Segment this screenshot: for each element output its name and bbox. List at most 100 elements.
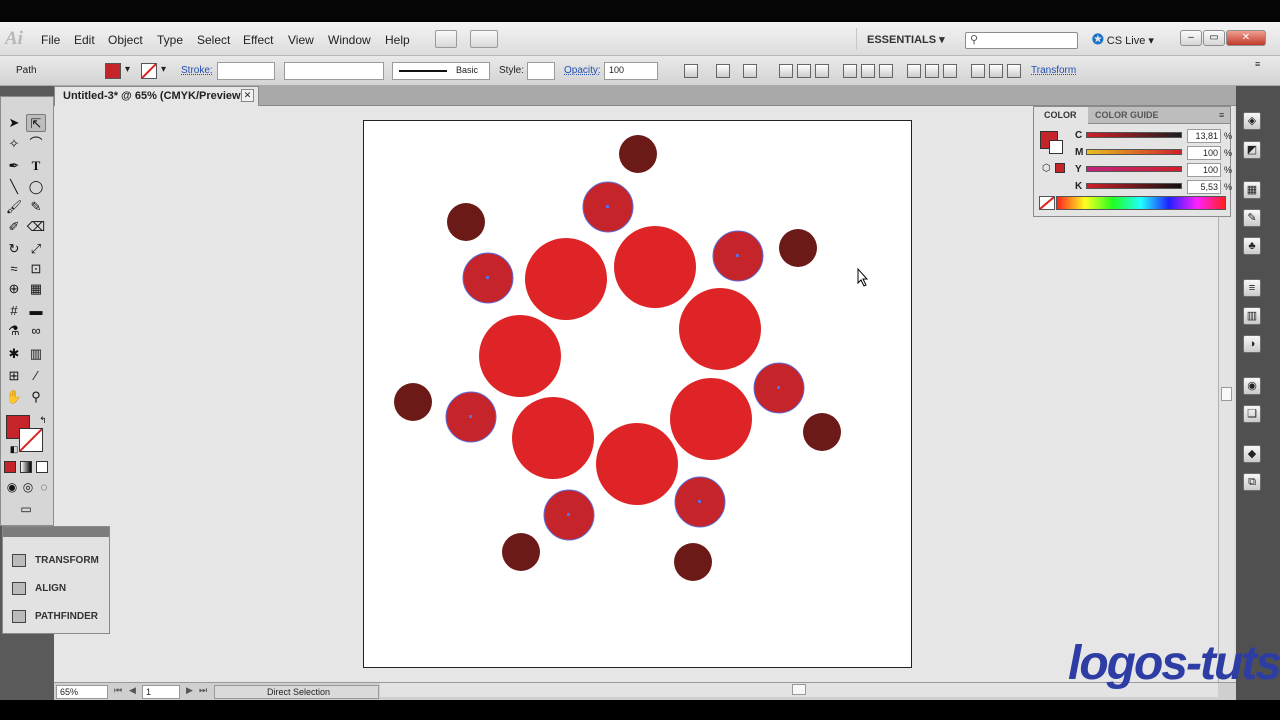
- large-red-circle[interactable]: [512, 397, 594, 479]
- small-dark-circle[interactable]: [619, 135, 657, 173]
- status-info[interactable]: Direct Selection: [214, 685, 379, 699]
- selected-medium-circle[interactable]: [543, 489, 595, 541]
- small-dark-circle[interactable]: [779, 229, 817, 267]
- large-red-circle[interactable]: [679, 288, 761, 370]
- small-dark-circle[interactable]: [502, 533, 540, 571]
- symbol-sprayer-tool-icon[interactable]: ✱: [4, 345, 24, 363]
- type-tool-icon[interactable]: T: [26, 157, 46, 175]
- pen-tool-icon[interactable]: ✒: [4, 157, 24, 175]
- swatches-icon[interactable]: ▦: [1243, 181, 1261, 199]
- stroke-color-swatch[interactable]: [1049, 140, 1063, 154]
- gradient-tool-icon[interactable]: ▬: [26, 302, 46, 320]
- selection-tool-icon[interactable]: ➤: [4, 114, 24, 132]
- panel-group-header[interactable]: [3, 527, 109, 537]
- magenta-value[interactable]: 100: [1187, 146, 1221, 160]
- zoom-value: 65%: [60, 687, 79, 697]
- large-red-circle[interactable]: [596, 423, 678, 505]
- none-color-icon[interactable]: [1039, 196, 1055, 210]
- column-graph-tool-icon[interactable]: ▥: [26, 345, 46, 363]
- first-artboard-icon[interactable]: ⏮: [114, 685, 122, 696]
- selected-medium-circle[interactable]: [582, 181, 634, 233]
- shape-builder-tool-icon[interactable]: ⊕: [4, 280, 24, 298]
- artboard-tool-icon[interactable]: ⊞: [4, 367, 24, 385]
- swap-fill-stroke-icon[interactable]: ↰: [33, 411, 53, 429]
- gradient-mode-icon[interactable]: [20, 461, 32, 473]
- warp-tool-icon[interactable]: ≈: [4, 260, 24, 278]
- cyan-value[interactable]: 13,81: [1187, 129, 1221, 143]
- magenta-label: M: [1075, 147, 1084, 158]
- color-guide-icon[interactable]: ◩: [1243, 141, 1261, 159]
- free-transform-tool-icon[interactable]: ⊡: [26, 260, 46, 278]
- last-artboard-icon[interactable]: ⏭: [199, 685, 207, 696]
- tab-color[interactable]: COLOR: [1044, 110, 1077, 120]
- lasso-tool-icon[interactable]: ⌒: [26, 135, 46, 153]
- screen-mode-icon[interactable]: ▭: [16, 500, 36, 518]
- yellow-slider[interactable]: [1086, 166, 1182, 172]
- small-dark-circle[interactable]: [447, 203, 485, 241]
- selected-medium-circle[interactable]: [462, 252, 514, 304]
- panel-menu-icon[interactable]: ≡: [1219, 110, 1224, 120]
- draw-inside-icon[interactable]: ◌: [34, 478, 54, 496]
- perspective-grid-tool-icon[interactable]: ▦: [26, 280, 46, 298]
- previous-artboard-icon[interactable]: ◀: [129, 685, 136, 696]
- blend-tool-icon[interactable]: ∞: [26, 322, 46, 340]
- selected-medium-circle[interactable]: [445, 391, 497, 443]
- gradient-icon[interactable]: ▥: [1243, 307, 1261, 325]
- eyedropper-tool-icon[interactable]: ⚗: [4, 322, 24, 340]
- zoom-field[interactable]: 65%: [56, 685, 108, 699]
- selected-medium-circle[interactable]: [753, 362, 805, 414]
- pencil-tool-icon[interactable]: ✎: [26, 198, 46, 216]
- color-panel-icon[interactable]: ◈: [1243, 112, 1261, 130]
- appearance-icon[interactable]: ◉: [1243, 377, 1261, 395]
- hand-tool-icon[interactable]: ✋: [4, 388, 24, 406]
- cyan-slider[interactable]: [1086, 132, 1182, 138]
- stroke-icon[interactable]: ≡: [1243, 279, 1261, 297]
- brushes-icon[interactable]: ✎: [1243, 209, 1261, 227]
- paintbrush-tool-icon[interactable]: 🖌: [4, 198, 24, 216]
- direct-selection-tool-icon[interactable]: ⇱: [26, 114, 46, 132]
- default-colors-icon[interactable]: ◧: [4, 440, 24, 458]
- horizontal-scroll-thumb[interactable]: [792, 684, 806, 695]
- blob-brush-tool-icon[interactable]: ✐: [4, 218, 24, 236]
- scale-tool-icon[interactable]: ⤢: [26, 240, 46, 258]
- large-red-circle[interactable]: [670, 378, 752, 460]
- layers-icon[interactable]: ◆: [1243, 445, 1261, 463]
- next-artboard-icon[interactable]: ▶: [186, 685, 193, 696]
- large-red-circle[interactable]: [614, 226, 696, 308]
- symbols-icon[interactable]: ♣: [1243, 237, 1261, 255]
- magenta-slider[interactable]: [1086, 149, 1182, 155]
- yellow-value[interactable]: 100: [1187, 163, 1221, 177]
- selected-medium-circle[interactable]: [712, 230, 764, 282]
- align-panel-button[interactable]: ALIGN: [3, 575, 109, 603]
- large-red-circle[interactable]: [525, 238, 607, 320]
- gamut-color-swatch[interactable]: [1055, 163, 1065, 173]
- artboard-number-field[interactable]: 1: [142, 685, 180, 699]
- yellow-label: Y: [1075, 164, 1082, 175]
- graphic-styles-icon[interactable]: ❏: [1243, 405, 1261, 423]
- color-spectrum-bar[interactable]: [1056, 196, 1226, 210]
- small-dark-circle[interactable]: [674, 543, 712, 581]
- zoom-tool-icon[interactable]: ⚲: [26, 388, 46, 406]
- transform-panel-button[interactable]: TRANSFORM: [3, 547, 109, 575]
- out-of-gamut-icon[interactable]: ⬡: [1042, 163, 1051, 174]
- pathfinder-panel-button[interactable]: PATHFINDER: [3, 603, 109, 631]
- eraser-tool-icon[interactable]: ⌫: [26, 218, 46, 236]
- rotate-tool-icon[interactable]: ↻: [4, 240, 24, 258]
- small-dark-circle[interactable]: [394, 383, 432, 421]
- mesh-tool-icon[interactable]: #: [4, 302, 24, 320]
- align-panel-label: ALIGN: [35, 583, 67, 594]
- tab-color-guide[interactable]: COLOR GUIDE: [1095, 110, 1159, 120]
- small-dark-circle[interactable]: [803, 413, 841, 451]
- slice-tool-icon[interactable]: ⁄: [26, 367, 46, 385]
- black-slider[interactable]: [1086, 183, 1182, 189]
- ellipse-tool-icon[interactable]: ◯: [26, 178, 46, 196]
- transparency-icon[interactable]: ◑: [1243, 335, 1261, 353]
- large-red-circle[interactable]: [479, 315, 561, 397]
- magic-wand-tool-icon[interactable]: ✧: [4, 135, 24, 153]
- selected-medium-circle[interactable]: [674, 476, 726, 528]
- artboards-icon[interactable]: ⧉: [1243, 473, 1261, 491]
- black-value[interactable]: 5,53: [1187, 180, 1221, 194]
- color-mode-icon[interactable]: [4, 461, 16, 473]
- line-tool-icon[interactable]: ╲: [4, 178, 24, 196]
- none-mode-icon[interactable]: [36, 461, 48, 473]
